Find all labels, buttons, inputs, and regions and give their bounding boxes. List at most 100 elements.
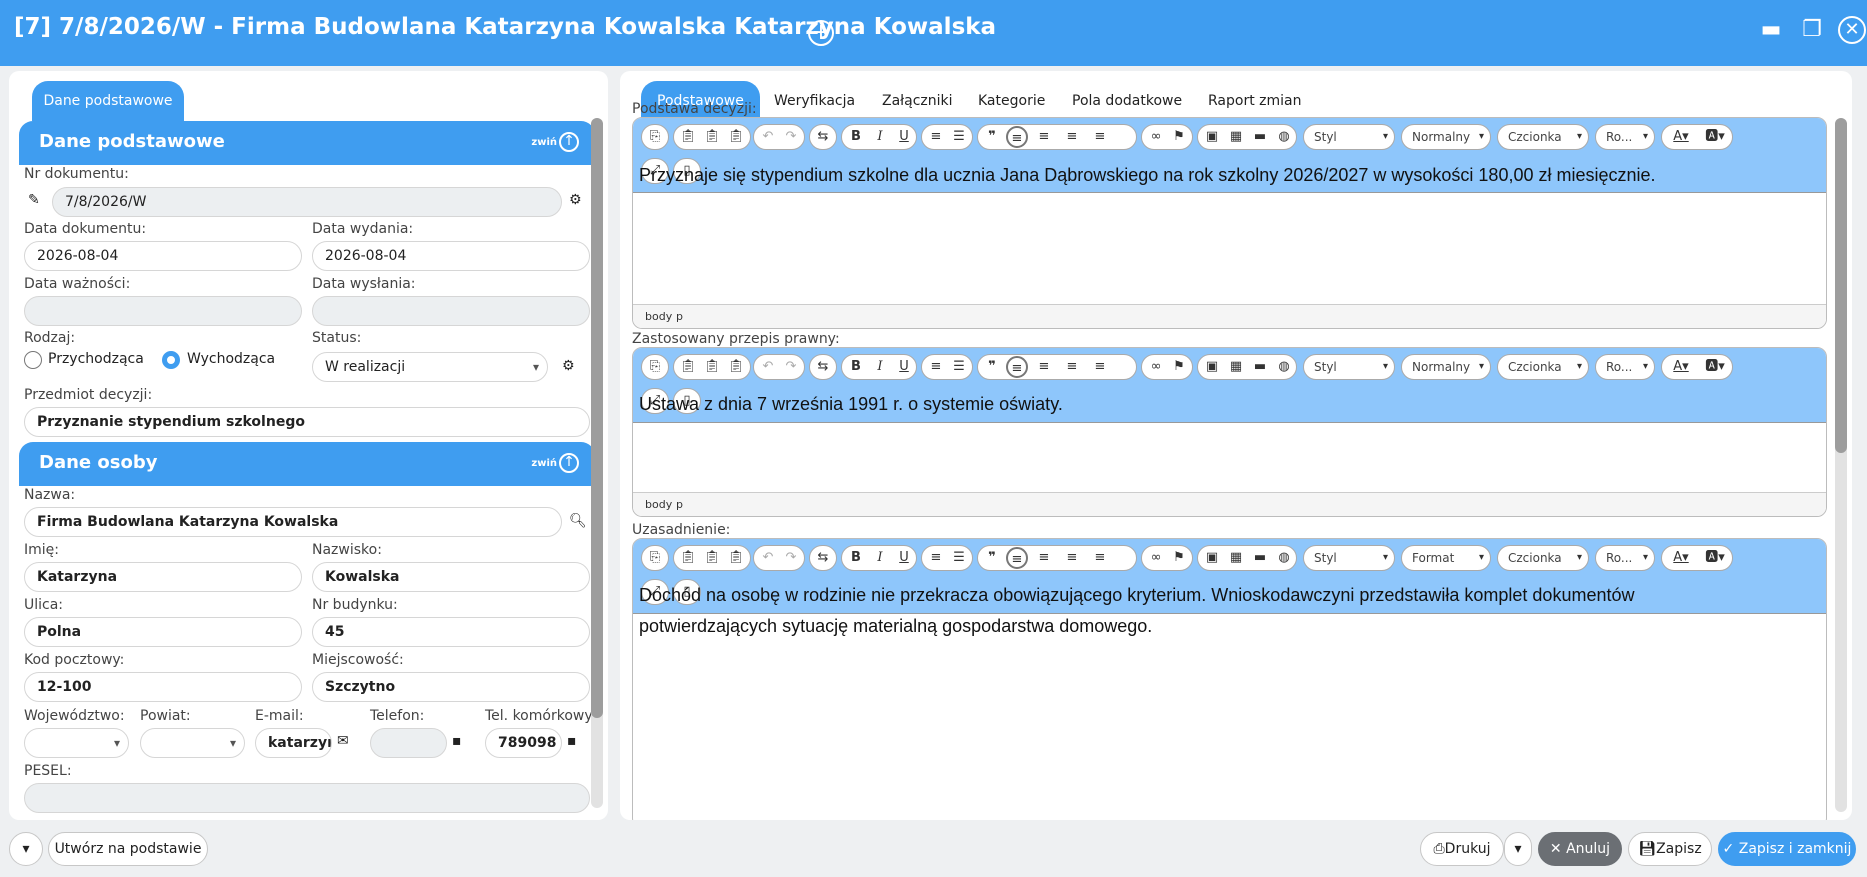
pesel-field[interactable]	[24, 783, 590, 813]
italic-icon[interactable]: I	[869, 356, 891, 378]
link-icon[interactable]: ∞	[1145, 356, 1167, 378]
left-scrollbar[interactable]	[591, 118, 603, 808]
spellcheck-icon[interactable]: ⇆	[812, 356, 834, 378]
table-icon[interactable]: ▦	[1225, 547, 1247, 569]
paste-icon[interactable]: 📋︎	[677, 356, 699, 378]
bullet-list-icon[interactable]: ☰	[948, 356, 970, 378]
text-color-icon[interactable]: A▾	[1666, 126, 1696, 148]
source-icon[interactable]: ⎘	[644, 547, 666, 569]
image-icon[interactable]: ▣	[1201, 126, 1223, 148]
nazwa-field[interactable]: Firma Budowlana Katarzyna Kowalska	[24, 507, 562, 537]
bullet-list-icon[interactable]: ☰	[948, 126, 970, 148]
paste-text-icon[interactable]: 📋︎	[701, 356, 723, 378]
blockquote-icon[interactable]: ❞	[981, 126, 1003, 148]
link-icon[interactable]: ∞	[1145, 126, 1167, 148]
cancel-button[interactable]: ✕ Anuluj	[1538, 832, 1622, 866]
paste-word-icon[interactable]: 📋︎	[725, 547, 747, 569]
paste-icon[interactable]: 📋︎	[677, 547, 699, 569]
save-and-close-button[interactable]: ✓ Zapisz i zamknij	[1718, 832, 1856, 866]
italic-icon[interactable]: I	[869, 547, 891, 569]
radio-przychodzaca[interactable]	[24, 351, 42, 369]
radio-label-wychodzaca[interactable]: Wychodząca	[187, 351, 275, 367]
collapse-label[interactable]: zwiń	[531, 137, 557, 148]
spellcheck-icon[interactable]: ⇆	[812, 547, 834, 569]
horizontal-rule-icon[interactable]: ▬	[1249, 547, 1271, 569]
status-select[interactable]: W realizacji	[312, 352, 548, 382]
radio-wychodzaca[interactable]	[162, 351, 180, 369]
blockquote-icon[interactable]: ❞	[981, 547, 1003, 569]
data-wydania-field[interactable]: 2026-08-04	[312, 241, 590, 271]
collapse-up-icon[interactable]: ↑	[559, 132, 579, 152]
section-dane-podstawowe-header[interactable]: Dane podstawowe zwiń ↑	[19, 121, 595, 165]
underline-icon[interactable]: U	[893, 547, 915, 569]
source-icon[interactable]: ⎘	[644, 356, 666, 378]
path-p[interactable]: p	[676, 498, 683, 511]
przedmiot-decyzji-field[interactable]: Przyznanie stypendium szkolnego	[24, 407, 590, 437]
bullet-list-icon[interactable]: ☰	[948, 547, 970, 569]
format-combo[interactable]: Normalny	[1401, 124, 1491, 150]
powiat-select[interactable]	[140, 728, 245, 758]
format-combo[interactable]: Format	[1401, 545, 1491, 571]
numbered-list-icon[interactable]: ≡	[925, 356, 947, 378]
more-dropdown-button[interactable]: ▾	[9, 832, 43, 866]
numbered-list-icon[interactable]: ≡	[925, 547, 947, 569]
align-left-icon[interactable]: ≡	[1006, 547, 1028, 569]
nr-budynku-field[interactable]: 45	[312, 617, 590, 647]
close-icon[interactable]: ✕	[1838, 16, 1866, 44]
right-scrollbar[interactable]	[1835, 118, 1847, 812]
align-center-icon[interactable]: ≡	[1033, 356, 1055, 378]
italic-icon[interactable]: I	[869, 126, 891, 148]
align-justify-icon[interactable]: ≡	[1089, 126, 1111, 148]
text-color-icon[interactable]: A▾	[1666, 547, 1696, 569]
align-left-icon[interactable]: ≡	[1006, 126, 1028, 148]
table-icon[interactable]: ▦	[1225, 356, 1247, 378]
editor-content-line1[interactable]: Ustawa z dnia 7 września 1991 r. o syste…	[639, 389, 1063, 420]
spellcheck-icon[interactable]: ⇆	[812, 126, 834, 148]
kod-pocztowy-field[interactable]: 12-100	[24, 672, 302, 702]
numbered-list-icon[interactable]: ≡	[925, 126, 947, 148]
editor-content-line2[interactable]: potwierdzających sytuację materialną gos…	[639, 611, 1152, 642]
search-icon[interactable]: 🔍︎	[569, 512, 587, 530]
pencil-icon[interactable]: ✎	[28, 191, 40, 209]
style-combo[interactable]: Styl	[1303, 545, 1395, 571]
scrollbar-thumb[interactable]	[591, 118, 603, 718]
minimize-icon[interactable]: ▬	[1756, 16, 1786, 46]
scrollbar-thumb[interactable]	[1835, 118, 1847, 453]
path-p[interactable]: p	[676, 310, 683, 323]
restore-icon[interactable]: ❐	[1797, 16, 1827, 46]
tab-dane-podstawowe[interactable]: Dane podstawowe	[32, 81, 184, 121]
tab-zalaczniki[interactable]: Załączniki	[882, 81, 953, 121]
envelope-icon[interactable]: ✉	[337, 732, 349, 750]
anchor-flag-icon[interactable]: ⚑	[1168, 126, 1190, 148]
table-icon[interactable]: ▦	[1225, 126, 1247, 148]
bold-icon[interactable]: B	[845, 126, 867, 148]
tab-kategorie[interactable]: Kategorie	[978, 81, 1045, 121]
ulica-field[interactable]: Polna	[24, 617, 302, 647]
align-center-icon[interactable]: ≡	[1033, 126, 1055, 148]
redo-icon[interactable]: ↷	[780, 126, 802, 148]
blockquote-icon[interactable]: ❞	[981, 356, 1003, 378]
align-right-icon[interactable]: ≡	[1061, 126, 1083, 148]
message-icon[interactable]: ▪	[452, 732, 462, 750]
font-combo[interactable]: Czcionka	[1497, 354, 1589, 380]
horizontal-rule-icon[interactable]: ▬	[1249, 126, 1271, 148]
undo-icon[interactable]: ↶	[757, 126, 779, 148]
nazwisko-field[interactable]: Kowalska	[312, 562, 590, 592]
miejscowosc-field[interactable]: Szczytno	[312, 672, 590, 702]
globe-icon[interactable]: ◍	[1273, 356, 1295, 378]
font-size-combo[interactable]: Ro...	[1595, 124, 1655, 150]
print-dropdown-button[interactable]: ▾	[1504, 832, 1532, 866]
undo-icon[interactable]: ↶	[757, 547, 779, 569]
paste-word-icon[interactable]: 📋︎	[725, 356, 747, 378]
link-icon[interactable]: ∞	[1145, 547, 1167, 569]
align-justify-icon[interactable]: ≡	[1089, 356, 1111, 378]
telefon-field[interactable]	[370, 728, 447, 758]
image-icon[interactable]: ▣	[1201, 356, 1223, 378]
globe-icon[interactable]: ◍	[1273, 547, 1295, 569]
bg-color-icon[interactable]: 🅰︎▾	[1700, 547, 1730, 569]
radio-label-przychodzaca[interactable]: Przychodząca	[48, 351, 144, 367]
underline-icon[interactable]: U	[893, 356, 915, 378]
style-combo[interactable]: Styl	[1303, 354, 1395, 380]
underline-icon[interactable]: U	[893, 126, 915, 148]
gear-icon[interactable]: ⚙	[562, 357, 575, 375]
